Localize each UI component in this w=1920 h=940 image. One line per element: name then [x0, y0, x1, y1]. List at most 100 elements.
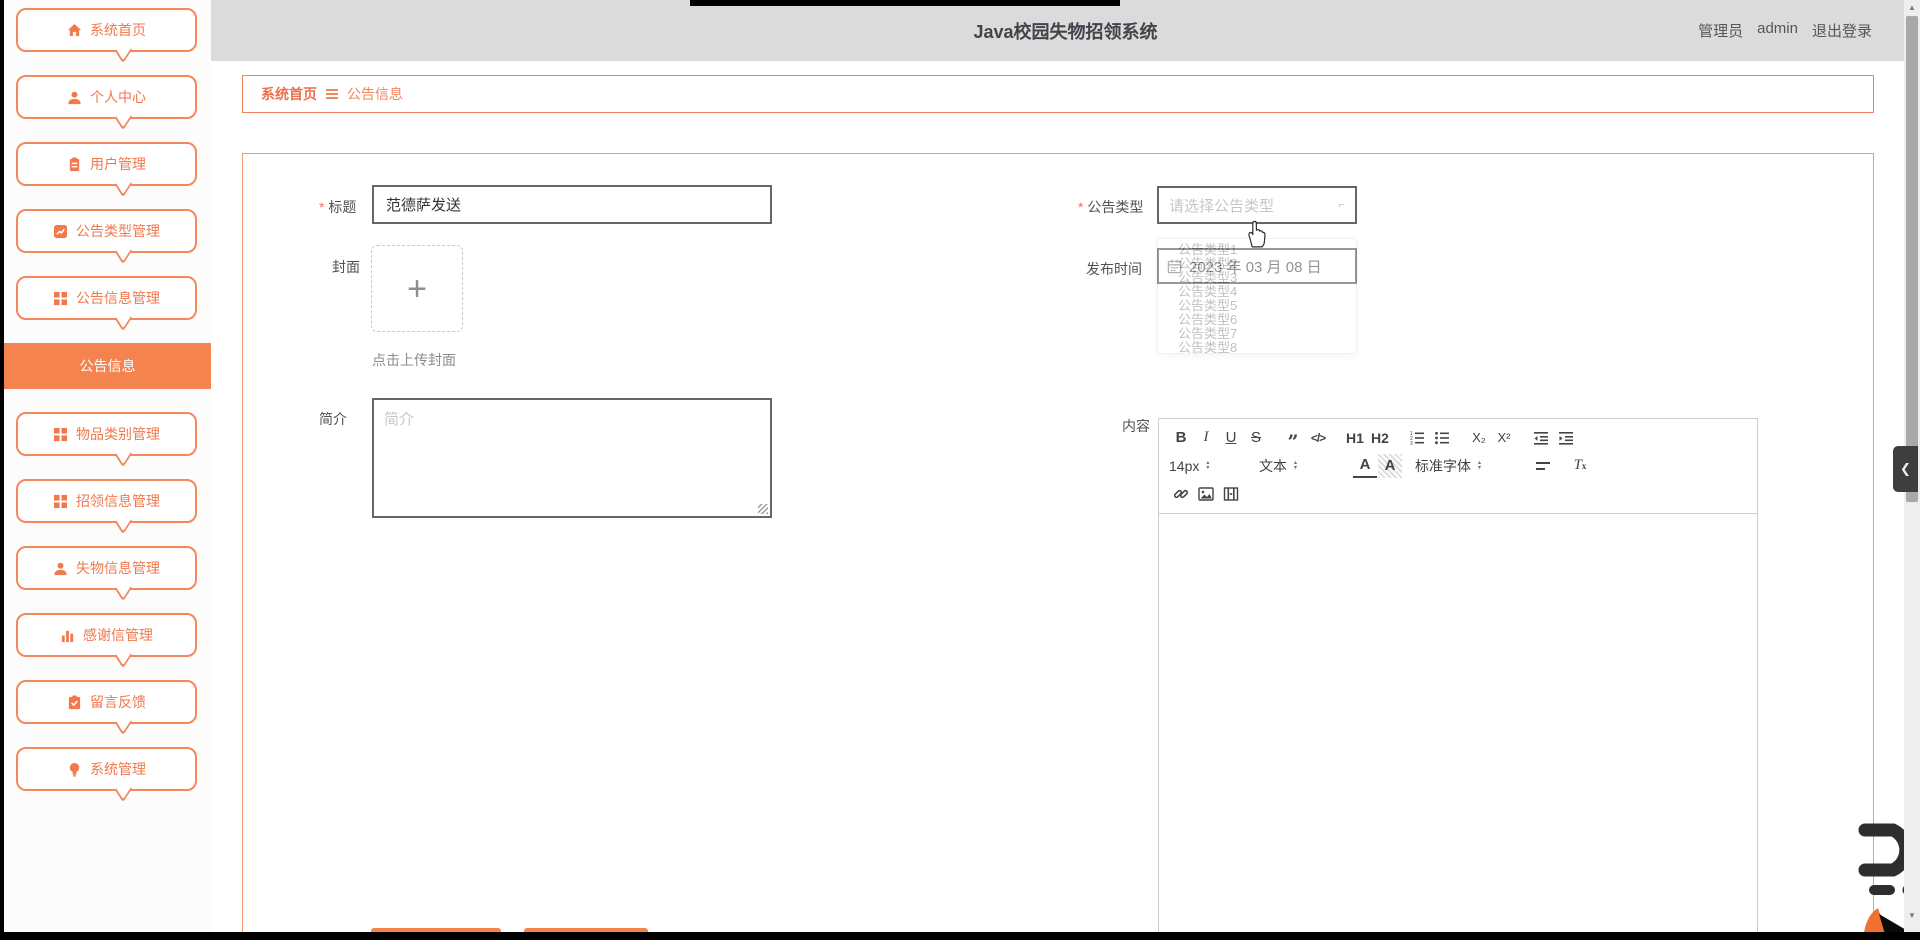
- font-family-picker[interactable]: 标准字体 ▴ ▾: [1415, 456, 1519, 476]
- sidebar-item-notice-info-mgmt[interactable]: 公告信息管理: [16, 276, 197, 320]
- blockquote-button[interactable]: ”: [1281, 426, 1305, 452]
- heading1-button[interactable]: H1: [1343, 426, 1367, 450]
- home-icon: [67, 23, 82, 38]
- sidebar-item-label: 物品类别管理: [76, 426, 160, 442]
- chevron-left-icon: ❮: [1900, 461, 1911, 476]
- header-user-area: 管理员 admin 退出登录: [1698, 20, 1872, 41]
- ordered-list-icon[interactable]: [1405, 426, 1429, 450]
- sidebar-item-home[interactable]: 系统首页: [16, 8, 197, 52]
- updown-arrows-icon: ▴ ▾: [1294, 459, 1298, 471]
- sidebar-item-item-category-mgmt[interactable]: 物品类别管理: [16, 412, 197, 456]
- sidebar-item-label: 招领信息管理: [76, 493, 160, 509]
- scroll-down-arrow-icon[interactable]: ▼: [1904, 908, 1920, 922]
- content-field-label: 内容: [1122, 418, 1150, 434]
- sidebar-item-thanks-letter-mgmt[interactable]: 感谢信管理: [16, 613, 197, 657]
- cover-field-label: 封面: [332, 259, 360, 275]
- sidebar-item-claim-info-mgmt[interactable]: 招领信息管理: [16, 479, 197, 523]
- scrollbar-thumb[interactable]: [1906, 16, 1918, 502]
- dropdown-option[interactable]: 公告类型3: [1158, 271, 1356, 285]
- sidebar-item-label: 失物信息管理: [76, 560, 160, 576]
- dropdown-option[interactable]: 公告类型7: [1158, 327, 1356, 341]
- align-icon[interactable]: [1531, 454, 1555, 478]
- dropdown-option[interactable]: 公告类型2: [1158, 257, 1356, 271]
- feedback-icon: [67, 695, 82, 710]
- link-icon[interactable]: [1169, 482, 1193, 506]
- sidebar-item-notice-type-mgmt[interactable]: 公告类型管理: [16, 209, 197, 253]
- paragraph-style-picker[interactable]: 文本 ▴ ▾: [1259, 456, 1341, 476]
- subscript-button[interactable]: X₂: [1467, 426, 1491, 450]
- scroll-up-arrow-icon[interactable]: ▲: [1904, 0, 1920, 14]
- intro-field-label: 简介: [319, 411, 347, 427]
- bullet-list-icon[interactable]: [1430, 426, 1454, 450]
- dropdown-option[interactable]: 公告类型6: [1158, 313, 1356, 327]
- clipboard-icon: [67, 157, 82, 172]
- font-size-value: 14px: [1169, 457, 1200, 474]
- outdent-icon[interactable]: [1529, 426, 1553, 450]
- dropdown-option[interactable]: 公告类型4: [1158, 285, 1356, 299]
- sidebar-item-label: 公告类型管理: [76, 223, 160, 239]
- sidebar-item-label: 个人中心: [90, 89, 146, 105]
- sidebar-item-label: 公告信息管理: [76, 290, 160, 306]
- sidebar-item-label: 系统首页: [90, 22, 146, 38]
- frame-edge: [690, 0, 1120, 6]
- sidebar-item-system-mgmt[interactable]: 系统管理: [16, 747, 197, 791]
- background-color-button[interactable]: A: [1378, 453, 1402, 478]
- underline-button[interactable]: U: [1219, 426, 1243, 450]
- sidebar-item-label: 用户管理: [90, 156, 146, 172]
- publish-time-label: 发布时间: [1086, 261, 1142, 277]
- intro-placeholder: 简介: [384, 411, 415, 428]
- image-icon[interactable]: [1194, 482, 1218, 506]
- intro-textarea[interactable]: 简介: [372, 398, 772, 518]
- notice-type-dropdown[interactable]: 公告类型1 公告类型2 公告类型3 公告类型4 公告类型5 公告类型6 公告类型…: [1157, 238, 1357, 354]
- cover-upload-button[interactable]: +: [371, 245, 463, 332]
- bulb-icon: [67, 762, 82, 777]
- page-title: Java校园失物招领系统: [973, 21, 1158, 42]
- dropdown-option[interactable]: 公告类型5: [1158, 299, 1356, 313]
- frame-edge: [0, 932, 1920, 940]
- title-field-label: 标题: [319, 197, 356, 217]
- font-size-picker[interactable]: 14px ▴ ▾: [1169, 458, 1247, 474]
- notice-type-placeholder: 请选择公告类型: [1169, 197, 1275, 215]
- bold-button[interactable]: B: [1169, 426, 1193, 450]
- dropdown-option[interactable]: 公告类型8: [1158, 341, 1356, 354]
- plus-icon: +: [407, 269, 427, 308]
- notice-type-select[interactable]: 请选择公告类型 ⌐: [1157, 186, 1357, 224]
- dropdown-option[interactable]: 公告类型1: [1158, 243, 1356, 257]
- title-input[interactable]: [372, 185, 772, 224]
- sidebar-item-label: 系统管理: [90, 761, 146, 777]
- sidebar-item-label: 留言反馈: [90, 694, 146, 710]
- rich-text-editor: B I U S ” </> H1 H2 X₂ X² 14px ▴ ▾ 文本 ▴ …: [1158, 418, 1758, 940]
- clear-format-button[interactable]: Tx: [1568, 454, 1592, 478]
- breadcrumb-home-link[interactable]: 系统首页: [261, 84, 317, 104]
- strikethrough-button[interactable]: S: [1244, 426, 1268, 450]
- frame-edge: [0, 0, 4, 940]
- sidebar-item-user-mgmt[interactable]: 用户管理: [16, 142, 197, 186]
- italic-button[interactable]: I: [1194, 426, 1218, 450]
- code-block-button[interactable]: </>: [1306, 426, 1330, 450]
- updown-arrows-icon: ▴ ▾: [1478, 459, 1482, 471]
- bar-chart-icon: [60, 628, 75, 643]
- sidebar-item-feedback[interactable]: 留言反馈: [16, 680, 197, 724]
- logout-button[interactable]: 退出登录: [1812, 20, 1872, 41]
- user-role-label: 管理员: [1698, 23, 1744, 40]
- sidebar-item-lost-info-mgmt[interactable]: 失物信息管理: [16, 546, 197, 590]
- sidebar-item-profile[interactable]: 个人中心: [16, 75, 197, 119]
- textarea-resize-handle[interactable]: [758, 504, 768, 514]
- panel-collapse-toggle[interactable]: ❮: [1893, 446, 1918, 492]
- editor-content-area[interactable]: [1159, 514, 1757, 940]
- heading2-button[interactable]: H2: [1368, 426, 1392, 450]
- indent-icon[interactable]: [1554, 426, 1578, 450]
- video-icon[interactable]: [1219, 482, 1243, 506]
- notice-form-card: 标题 公告类型 请选择公告类型 ⌐ 封面 + 点击上传封面 发布时间 2023 …: [242, 153, 1874, 940]
- sidebar-item-notice-info-active[interactable]: 公告信息: [4, 343, 211, 389]
- grid-icon: [53, 494, 68, 509]
- user-icon: [53, 561, 68, 576]
- app-window: 系统首页 个人中心 用户管理 公告类型管理 公告信息管理 公告信息 物品类别管理…: [0, 0, 1920, 940]
- text-color-button[interactable]: A: [1353, 454, 1377, 478]
- breadcrumb-separator-icon: [326, 89, 338, 99]
- superscript-button[interactable]: X²: [1492, 426, 1516, 450]
- cover-upload-hint: 点击上传封面: [372, 352, 456, 368]
- chevron-down-icon: ⌐: [1338, 199, 1345, 211]
- notice-type-label: 公告类型: [1078, 197, 1143, 217]
- username-label: admin: [1757, 20, 1798, 37]
